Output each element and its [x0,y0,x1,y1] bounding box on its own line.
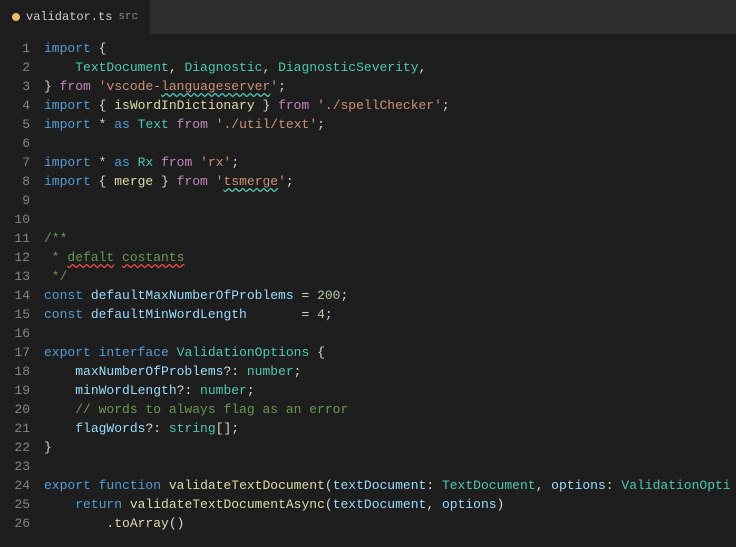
line-24: export function validateTextDocument(tex… [44,476,736,495]
editor-tab[interactable]: validator.ts src [0,0,151,34]
line-25: return validateTextDocumentAsync(textDoc… [44,495,736,514]
tab-src-label: src [118,11,138,23]
line-4: import { isWordInDictionary } from './sp… [44,96,736,115]
line-2: TextDocument, Diagnostic, DiagnosticSeve… [44,58,736,77]
line-3: } from 'vscode-languageserver'; [44,77,736,96]
line-21: flagWords?: string[]; [44,419,736,438]
line-8: import { merge } from 'tsmerge'; [44,172,736,191]
code-content: import { TextDocument, Diagnostic, Diagn… [40,39,736,533]
line-23 [44,457,736,476]
line-12: * defalt costants [44,248,736,267]
line-16 [44,324,736,343]
line-1: import { [44,39,736,58]
line-11: /** [44,229,736,248]
line-13: */ [44,267,736,286]
line-17: export interface ValidationOptions { [44,343,736,362]
line-numbers: 12345 678910 1112131415 1617181920 21222… [0,39,40,533]
line-7: import * as Rx from 'rx'; [44,153,736,172]
line-20: // words to always flag as an error [44,400,736,419]
line-19: minWordLength?: number; [44,381,736,400]
line-5: import * as Text from './util/text'; [44,115,736,134]
code-area: 12345 678910 1112131415 1617181920 21222… [0,35,736,533]
line-15: const defaultMinWordLength = 4; [44,305,736,324]
line-10 [44,210,736,229]
line-18: maxNumberOfProblems?: number; [44,362,736,381]
line-22: } [44,438,736,457]
line-6 [44,134,736,153]
line-14: const defaultMaxNumberOfProblems = 200; [44,286,736,305]
line-9 [44,191,736,210]
tab-filename: validator.ts [26,10,112,24]
modified-indicator [12,13,20,21]
editor-container: validator.ts src 12345 678910 1112131415… [0,0,736,533]
line-26: .toArray() [44,514,736,533]
tab-bar: validator.ts src [0,0,736,35]
